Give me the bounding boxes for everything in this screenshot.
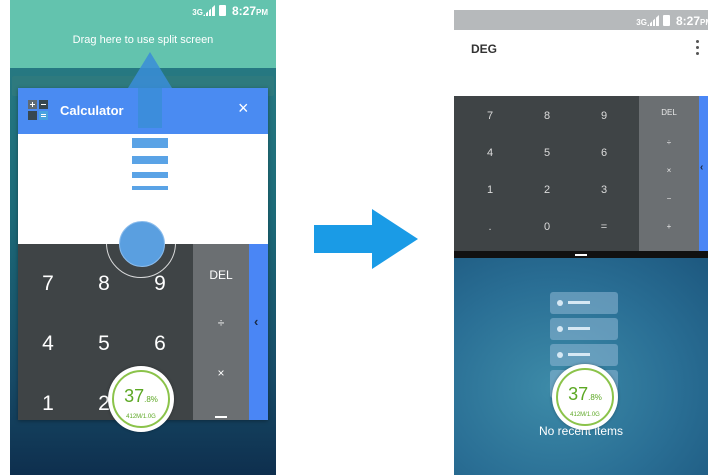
network-type: 3G <box>192 8 203 17</box>
memory-usage: 412M/1.0G <box>570 412 600 418</box>
signal-icon <box>202 5 215 16</box>
memory-percent: 37.8% <box>124 386 158 406</box>
memory-usage: 412M/1.0G <box>126 414 156 420</box>
key-2[interactable]: 2 <box>537 184 557 196</box>
left-phone-screen: 3G 8:27PM Drag here to use split screen C… <box>10 0 276 475</box>
key-5[interactable]: 5 <box>84 332 124 356</box>
key-8[interactable]: 8 <box>537 110 557 122</box>
divide-button[interactable]: ÷ <box>193 316 249 330</box>
network-type: 3G <box>636 18 647 27</box>
advanced-panel-tab[interactable]: ‹ <box>699 96 708 251</box>
key-3[interactable]: 3 <box>594 184 614 196</box>
key-4[interactable]: 4 <box>28 332 68 356</box>
advanced-panel-tab[interactable]: ‹ <box>249 244 268 420</box>
delete-button[interactable]: DEL <box>193 268 249 282</box>
key-7[interactable]: 7 <box>28 272 68 296</box>
card-title: Calculator <box>60 103 124 118</box>
multiply-button[interactable]: × <box>193 366 249 380</box>
key-equals[interactable]: = <box>594 221 614 233</box>
status-bar: 3G 8:27PM <box>454 10 708 30</box>
status-bar: 3G 8:27PM <box>10 0 276 20</box>
signal-icon <box>646 15 659 26</box>
key-decimal[interactable]: . <box>480 221 500 233</box>
divide-button[interactable]: ÷ <box>639 138 699 147</box>
key-0[interactable]: 0 <box>537 221 557 233</box>
delete-button[interactable]: DEL <box>639 108 699 117</box>
memory-widget[interactable]: 37.8% 412M/1.0G <box>108 366 174 432</box>
clock-time: 8:27 <box>675 14 700 28</box>
number-pad: 7 8 9 4 5 6 1 2 3 . 0 = <box>454 96 639 251</box>
overflow-menu-icon[interactable] <box>696 40 700 58</box>
battery-icon <box>662 15 670 26</box>
drag-up-arrow-icon <box>128 52 172 190</box>
multiply-button[interactable]: × <box>639 166 699 175</box>
drag-hint-label: Drag here to use split screen <box>72 34 214 46</box>
touch-point <box>119 221 165 267</box>
chevron-left-icon: ‹ <box>254 314 259 329</box>
battery-icon <box>218 5 226 16</box>
key-1[interactable]: 1 <box>480 184 500 196</box>
plus-button[interactable]: + <box>639 222 699 231</box>
key-9[interactable]: 9 <box>594 110 614 122</box>
clock-ampm: PM <box>700 18 708 27</box>
split-screen-divider[interactable] <box>454 251 708 258</box>
chevron-left-icon: ‹ <box>700 162 704 173</box>
drag-touch-indicator[interactable] <box>106 208 176 278</box>
key-6[interactable]: 6 <box>140 332 180 356</box>
calculator-app-icon <box>28 100 48 120</box>
key-5[interactable]: 5 <box>537 147 557 159</box>
key-1[interactable]: 1 <box>28 392 68 416</box>
angle-mode-toggle[interactable]: DEG <box>471 42 497 56</box>
arrow-right-icon <box>314 209 418 269</box>
minus-button[interactable] <box>215 416 227 418</box>
close-icon[interactable]: × <box>238 98 249 119</box>
divider-handle[interactable] <box>575 254 587 256</box>
minus-button[interactable]: − <box>639 194 699 203</box>
right-phone-screen: 3G 8:27PM DEG 7 8 9 4 5 6 1 2 3 . 0 = DEL… <box>454 10 708 475</box>
operator-pad: DEL ÷ × − + <box>639 96 699 251</box>
clock-ampm: PM <box>256 8 268 17</box>
key-4[interactable]: 4 <box>480 147 500 159</box>
operator-pad: DEL ÷ × <box>193 244 249 420</box>
clock-time: 8:27 <box>231 4 256 18</box>
memory-widget[interactable]: 37.8% 412M/1.0G <box>552 364 618 430</box>
key-7[interactable]: 7 <box>480 110 500 122</box>
memory-percent: 37.8% <box>568 384 602 404</box>
key-6[interactable]: 6 <box>594 147 614 159</box>
key-8[interactable]: 8 <box>84 272 124 296</box>
